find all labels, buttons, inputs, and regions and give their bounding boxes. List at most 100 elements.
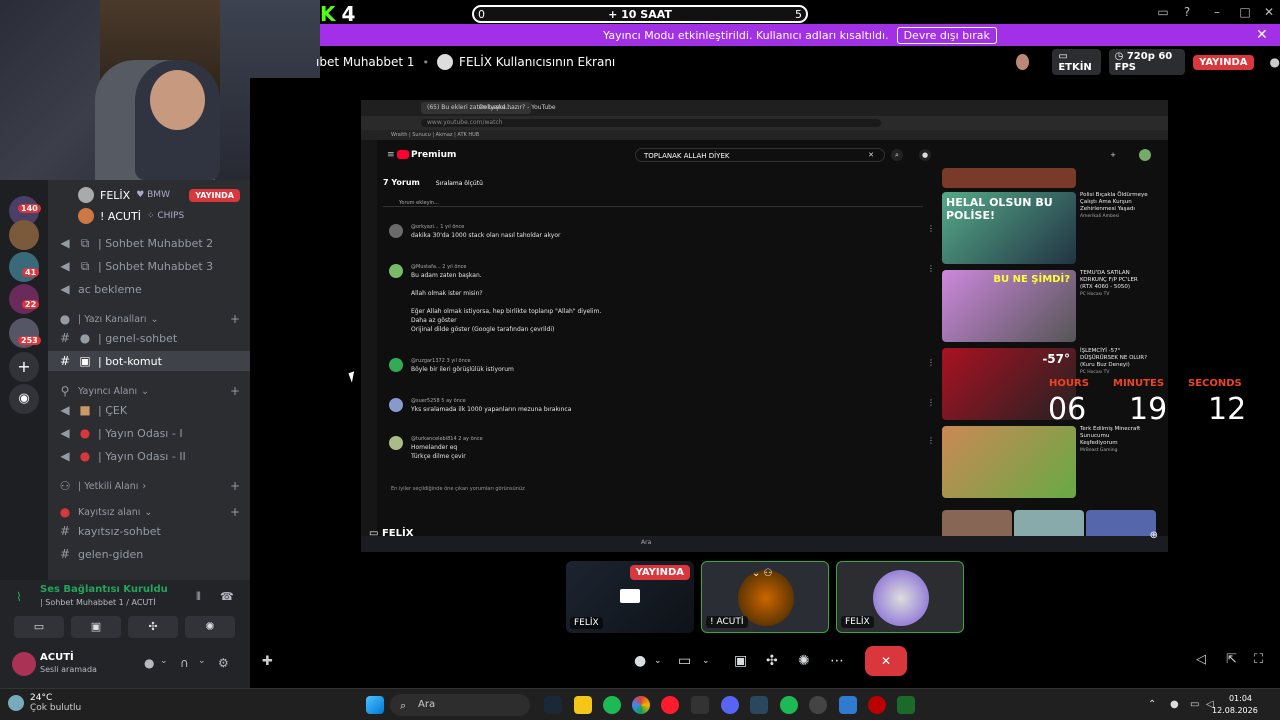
volume-icon[interactable]: ◁ [1196, 652, 1206, 667]
settings-gear-icon[interactable]: ⚙ [218, 656, 229, 670]
voice-channel-path[interactable]: | Sohbet Muhabbet 1 / ACUTİ [40, 598, 156, 607]
text-channel[interactable]: # ● | genel-sohbet [48, 328, 250, 348]
search-icon: ⌕ [891, 149, 903, 161]
soundboard-icon[interactable]: ✺ [798, 646, 810, 676]
mic-options-icon[interactable]: ⌄ [654, 646, 662, 676]
epic-games-icon[interactable] [691, 696, 709, 714]
add-channel-icon: + [229, 505, 240, 519]
disconnect-icon[interactable]: ☎ [220, 590, 234, 603]
hours-value: 06 [1048, 392, 1087, 427]
fullscreen-icon[interactable]: ⛶ [1254, 652, 1263, 667]
server-icon[interactable] [9, 252, 39, 282]
voice-user-acuti[interactable]: ! ACUTİ ⁘ CHIPS [48, 206, 250, 226]
live-badge: YAYINDA [1193, 54, 1254, 70]
more-options-icon[interactable]: ⋯ [830, 646, 844, 676]
opera-icon[interactable] [661, 696, 679, 714]
user-name[interactable]: ACUTİ [40, 652, 74, 663]
tray-chevron-icon[interactable]: ⌃ [1148, 699, 1156, 710]
screen-share-icon [620, 589, 640, 603]
mic-icon: ● [919, 149, 931, 161]
microphone-icon: ⚲ [60, 384, 70, 398]
voice-channel[interactable]: ◀ ● | Yayın Odası - I [48, 423, 250, 443]
voice-channel[interactable]: ◀ ● | Yayın Odası - II [48, 446, 250, 466]
server-icon[interactable] [9, 220, 39, 250]
app-icon[interactable] [839, 696, 857, 714]
banner-close-icon[interactable]: ✕ [1256, 27, 1268, 43]
tray-network-icon[interactable]: ▭ [1190, 699, 1199, 710]
popout-icon[interactable]: ⇱ [1226, 652, 1237, 667]
spotify-icon[interactable] [603, 696, 621, 714]
headphone-options-icon[interactable]: ⌄ [198, 656, 206, 666]
user-status: Sesli aramada [40, 665, 97, 674]
app-icon[interactable] [897, 696, 915, 714]
activities-button[interactable]: ✣ [128, 616, 178, 638]
maximize-icon[interactable]: □ [1238, 5, 1252, 19]
activities-icon[interactable]: ✣ [766, 646, 778, 676]
file-explorer-icon[interactable] [574, 696, 592, 714]
headphones-icon[interactable]: ∩ [180, 656, 189, 670]
voice-channel[interactable]: ◀ ⧉ | Sohbet Muhabbet 2 [48, 233, 250, 253]
steam-icon[interactable] [544, 696, 562, 714]
comments-section: 7 Yorum Sıralama ölçütü Yorum ekleyin... [383, 175, 943, 207]
voice-channel[interactable]: ◀ ac bekleme [48, 279, 250, 299]
category-unregistered[interactable]: ● Kayıtsız alanı ⌄ + [48, 502, 250, 522]
category-staff[interactable]: ⚇ | Yetkili Alanı › + [48, 476, 250, 496]
voice-connection-panel: ⌇ Ses Bağlantısı Kuruldu | Sohbet Muhabb… [0, 580, 250, 644]
inbox-icon[interactable]: ▭ [1156, 5, 1170, 19]
felix-avatar-icon [437, 54, 454, 70]
chrome-icon[interactable] [632, 696, 650, 714]
disable-streamer-mode-button[interactable]: Devre dışı bırak [896, 26, 997, 44]
user-avatar[interactable] [12, 652, 36, 676]
voice-status[interactable]: Ses Bağlantısı Kuruldu [40, 584, 168, 595]
create-icon: + [1110, 151, 1116, 159]
discord-icon[interactable] [721, 696, 739, 714]
text-channel[interactable]: # gelen-giden [48, 544, 250, 564]
category-text[interactable]: ● | Yazı Kanalları ⌄ + [48, 309, 250, 329]
help-icon[interactable]: ? [1180, 5, 1194, 19]
noise-suppression-icon[interactable]: ⦀ [196, 590, 201, 604]
youtube-search-box: TOPLANAK ALLAH DİYEK [635, 148, 885, 162]
weather-widget[interactable]: 24°C Çok bulutlu [8, 693, 81, 713]
zoom-icon[interactable]: ⊕ [1150, 530, 1158, 541]
microphone-icon[interactable]: ● [144, 656, 154, 670]
tray-mic-icon[interactable]: ● [1170, 699, 1179, 710]
soundboard-button[interactable]: ✺ [185, 616, 235, 638]
participant-tile-acuti[interactable]: ⌄ ⚇ ! ACUTİ [701, 561, 829, 633]
disconnect-button[interactable]: ✕ [865, 646, 907, 676]
add-server-icon[interactable]: + [9, 352, 39, 382]
windows-start-icon[interactable] [366, 696, 384, 714]
taskbar-search[interactable]: Ara [390, 694, 530, 716]
steam-icon[interactable] [750, 696, 768, 714]
chat-icon[interactable]: ● [1270, 55, 1280, 69]
text-channel[interactable]: # kayıtsız-sohbet [48, 521, 250, 541]
discover-icon[interactable]: ◉ [9, 384, 39, 414]
voice-channel[interactable]: ◀ ■ | ÇEK [48, 400, 250, 420]
hash-icon: # [59, 547, 71, 561]
camera-options-icon[interactable]: ⌄ [702, 646, 710, 676]
camera-toggle-button[interactable]: ▭ [14, 616, 64, 638]
screen-share-icon[interactable]: ▣ [734, 646, 747, 676]
microphone-icon[interactable]: ● [634, 646, 646, 676]
screen-share-button[interactable]: ▣ [71, 616, 121, 638]
shared-screen[interactable]: (65) Bu ekleri zaten başka... Dokyand ha… [361, 100, 1168, 552]
camera-off-icon[interactable]: ▭ [678, 646, 691, 676]
spotify-icon[interactable] [780, 696, 798, 714]
participant-tile-felix[interactable]: FELİX [836, 561, 964, 633]
close-window-icon[interactable]: ✕ [1262, 5, 1276, 19]
participant-tile-felix-stream[interactable]: YAYINDA FELİX [566, 561, 694, 633]
tile-label: FELİX [570, 617, 603, 629]
invite-icon[interactable]: ✚ [262, 654, 273, 669]
text-channel-selected[interactable]: # ▣ | bot-komut [48, 351, 250, 371]
category-streamer[interactable]: ⚲ Yayıncı Alanı ⌄ + [48, 381, 250, 401]
voice-user-felix[interactable]: FELİX ♥ BMW YAYINDA [48, 185, 250, 205]
mic-options-icon[interactable]: ⌄ [160, 656, 168, 666]
minimize-icon[interactable]: – [1210, 5, 1224, 19]
app-icon[interactable] [868, 696, 886, 714]
system-clock[interactable]: 01:04 12.08.2026 [1212, 693, 1258, 717]
windows-taskbar: 24°C Çok bulutlu Ara ⌕ ⌃ ● ▭ ◁ 01:04 12.08… [0, 688, 1280, 720]
video-title: TEMU'DA SATILAN KORKUNÇ F/P PC'LER (RTX … [1080, 270, 1138, 297]
viewer-avatar[interactable] [1016, 54, 1029, 70]
server-icon[interactable] [9, 284, 39, 314]
voice-channel[interactable]: ◀ ⧉ | Sohbet Muhabbet 3 [48, 256, 250, 276]
app-icon[interactable] [809, 696, 827, 714]
